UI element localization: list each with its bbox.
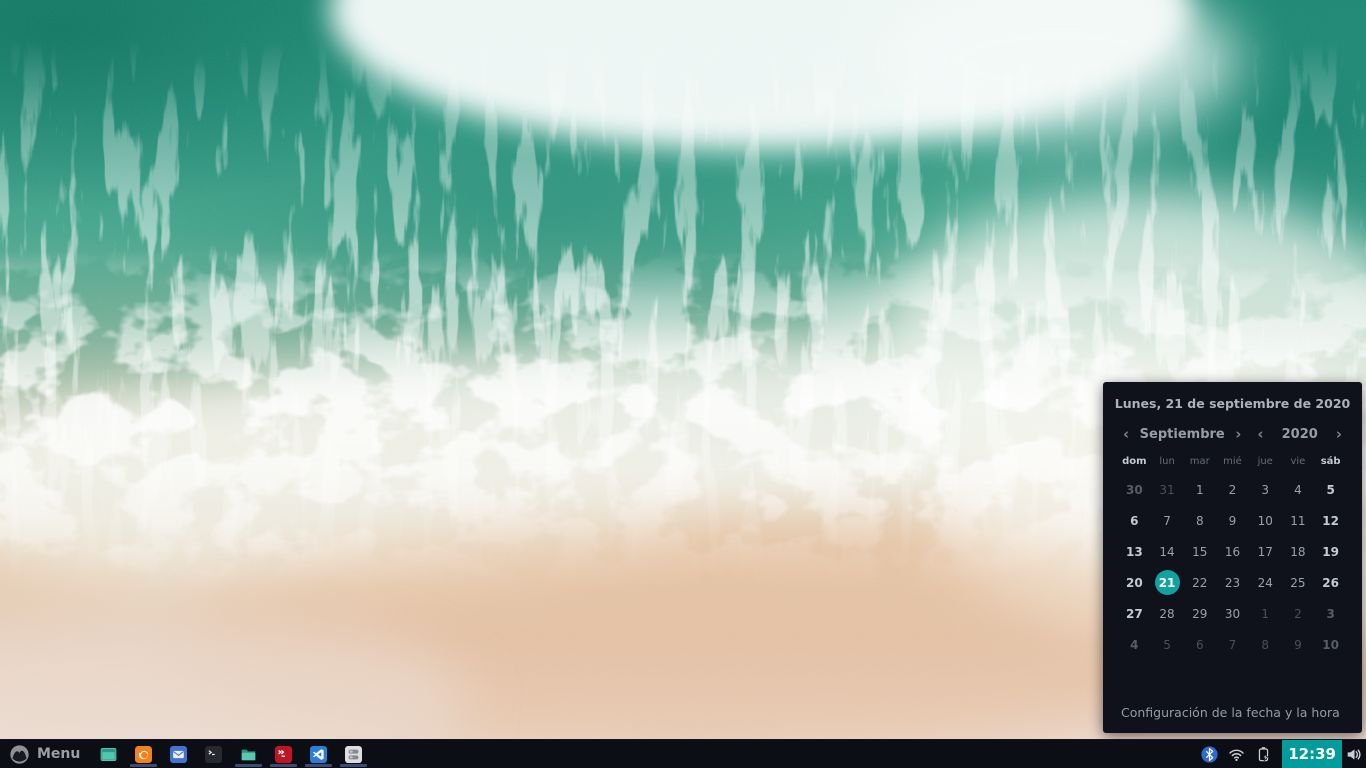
calendar-day-7-adjacent[interactable]: 7 [1220,632,1245,657]
weekday-mié: mié [1216,456,1249,467]
calendar-day-9-adjacent[interactable]: 9 [1285,632,1310,657]
weekday-lun: lun [1151,456,1184,467]
linux-mint-logo-icon [9,744,30,765]
weekday-mar: mar [1183,456,1216,467]
calendar-day-16[interactable]: 16 [1220,539,1245,564]
battery-charging-tray-button[interactable] [1255,746,1272,763]
calendar-day-8[interactable]: 8 [1187,508,1212,533]
calendar-day-5-adjacent[interactable]: 5 [1155,632,1180,657]
calendar-day-20[interactable]: 20 [1122,570,1147,595]
firefox-icon [135,746,152,763]
bluetooth-tray-button[interactable] [1201,746,1218,763]
calendar-day-2-adjacent[interactable]: 2 [1285,601,1310,626]
clock[interactable]: 12:39 [1282,740,1342,768]
calendar-day-4-adjacent[interactable]: 4 [1122,632,1147,657]
terminal-red-icon [275,746,292,763]
weekday-vie: vie [1282,456,1315,467]
calendar-day-19[interactable]: 19 [1318,539,1343,564]
prev-month-button[interactable]: ‹ [1123,427,1129,442]
launcher-terminal[interactable] [196,740,231,768]
calendar-day-28[interactable]: 28 [1155,601,1180,626]
email-icon [170,746,187,763]
calendar-day-6[interactable]: 6 [1122,508,1147,533]
calendar-day-27[interactable]: 27 [1122,601,1147,626]
system-tray: 12:39 [1201,740,1366,768]
bluetooth-icon [1201,746,1218,763]
calendar-day-1[interactable]: 1 [1187,477,1212,502]
calendar-day-5[interactable]: 5 [1318,477,1343,502]
calendar-day-10[interactable]: 10 [1253,508,1278,533]
calendar-day-1-adjacent[interactable]: 1 [1253,601,1278,626]
terminal-icon [205,746,222,763]
volume-icon [1346,746,1363,763]
launcher-file-manager[interactable] [231,740,266,768]
window-list [91,740,371,768]
calendar-day-24[interactable]: 24 [1253,570,1278,595]
menu-button[interactable]: Menu [0,740,91,768]
calendar-day-21[interactable]: 21 [1155,570,1180,595]
calendar-day-29[interactable]: 29 [1187,601,1212,626]
calendar-header-date: Lunes, 21 de septiembre de 2020 [1103,396,1362,411]
next-year-button[interactable]: › [1336,427,1342,442]
menu-label: Menu [37,746,80,762]
weekday-jue: jue [1249,456,1282,467]
calendar-day-30-adjacent[interactable]: 30 [1122,477,1147,502]
volume-tray-button[interactable] [1346,746,1363,763]
datetime-settings-link[interactable]: Configuración de la fecha y la hora [1121,705,1340,720]
calendar-day-8-adjacent[interactable]: 8 [1253,632,1278,657]
weekday-header-row: domlunmarmiéjueviesáb [1118,456,1347,467]
calendar-day-9[interactable]: 9 [1220,508,1245,533]
vscode-icon [310,746,327,763]
calendar-day-12[interactable]: 12 [1318,508,1343,533]
taskbar: Menu [0,739,1366,768]
launcher-terminal-red[interactable] [266,740,301,768]
calendar-day-7[interactable]: 7 [1155,508,1180,533]
desktop-screen: Lunes, 21 de septiembre de 2020 ‹ Septie… [0,0,1366,768]
wifi-tray-button[interactable] [1228,746,1245,763]
calendar-day-17[interactable]: 17 [1253,539,1278,564]
weekday-sáb: sáb [1314,456,1347,467]
calendar-day-31-adjacent[interactable]: 31 [1155,477,1180,502]
calendar-day-23[interactable]: 23 [1220,570,1245,595]
calendar-day-10-adjacent[interactable]: 10 [1318,632,1343,657]
launcher-vscode[interactable] [301,740,336,768]
wifi-icon [1228,746,1245,763]
month-selector: ‹ Septiembre › [1123,427,1241,442]
calendar-day-25[interactable]: 25 [1285,570,1310,595]
calendar-navigation: ‹ Septiembre › ‹ 2020 › [1123,427,1342,442]
prev-year-button[interactable]: ‹ [1257,427,1263,442]
calendar-day-30[interactable]: 30 [1220,601,1245,626]
calendar-day-18[interactable]: 18 [1285,539,1310,564]
launcher-email-client[interactable] [161,740,196,768]
calendar-day-4[interactable]: 4 [1285,477,1310,502]
calendar-day-22[interactable]: 22 [1187,570,1212,595]
weekday-dom: dom [1118,456,1151,467]
calendar-day-grid: 3031123456789101112131415161718192021222… [1118,474,1347,660]
calendar-day-2[interactable]: 2 [1220,477,1245,502]
launcher-system-list-app[interactable] [336,740,371,768]
calendar-day-3[interactable]: 3 [1253,477,1278,502]
calendar-day-6-adjacent[interactable]: 6 [1187,632,1212,657]
calendar-day-13[interactable]: 13 [1122,539,1147,564]
month-label: Septiembre [1140,427,1225,442]
calendar-day-3-adjacent[interactable]: 3 [1318,601,1343,626]
folder-icon [240,746,257,763]
next-month-button[interactable]: › [1235,427,1241,442]
stacked-panels-icon [345,746,362,763]
calendar-day-15[interactable]: 15 [1187,539,1212,564]
launcher-firefox[interactable] [126,740,161,768]
calendar-day-14[interactable]: 14 [1155,539,1180,564]
calendar-day-11[interactable]: 11 [1285,508,1310,533]
calendar-popup: Lunes, 21 de septiembre de 2020 ‹ Septie… [1103,382,1362,733]
launcher-show-desktop[interactable] [91,740,126,768]
year-label: 2020 [1282,427,1318,442]
calendar-day-26[interactable]: 26 [1318,570,1343,595]
year-selector: ‹ 2020 › [1257,427,1342,442]
battery-charging-icon [1255,746,1272,763]
show-desktop-icon [100,746,117,763]
